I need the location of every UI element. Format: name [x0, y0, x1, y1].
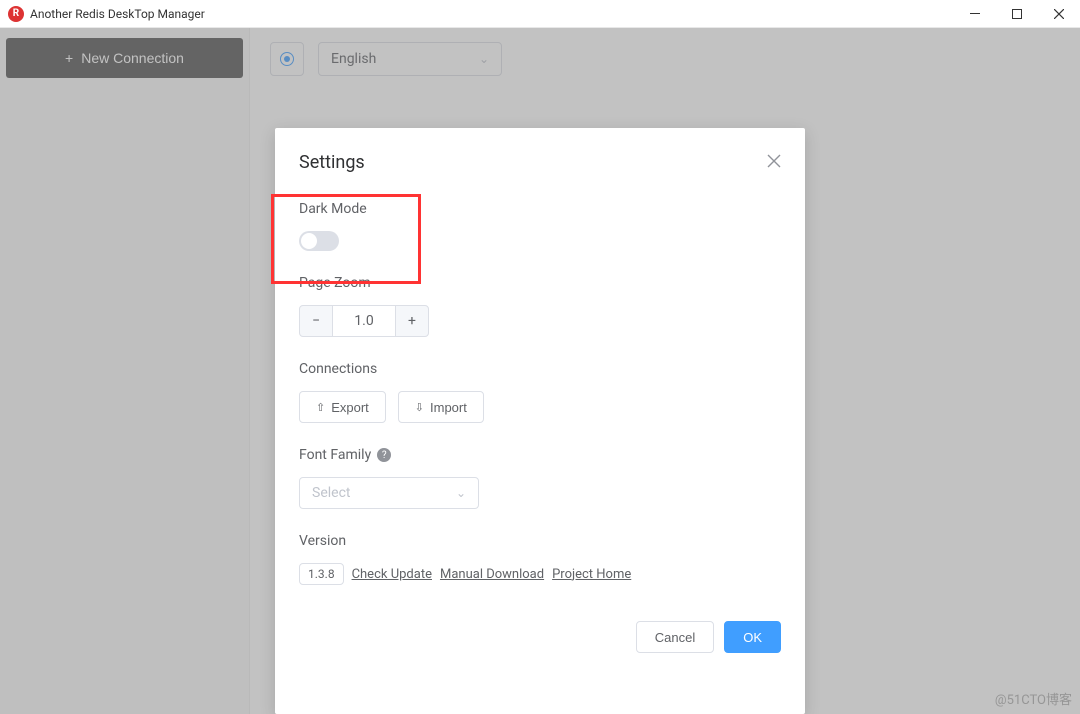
window-title: Another Redis DeskTop Manager	[30, 7, 205, 21]
minimize-icon	[970, 13, 980, 14]
manual-download-link[interactable]: Manual Download	[440, 567, 544, 582]
close-icon	[767, 154, 781, 168]
dialog-title: Settings	[299, 152, 365, 173]
import-button[interactable]: ⇩ Import	[398, 391, 484, 423]
import-label: Import	[430, 400, 467, 415]
dark-mode-toggle[interactable]	[299, 231, 339, 251]
dialog-close-button[interactable]	[767, 153, 781, 172]
dark-mode-label: Dark Mode	[299, 201, 781, 217]
page-zoom-label: Page Zoom	[299, 275, 781, 291]
connections-label: Connections	[299, 361, 781, 377]
font-family-placeholder: Select	[312, 485, 350, 501]
ok-button[interactable]: OK	[724, 621, 781, 653]
modal-overlay: Settings Dark Mode Page Zoom − 1.0 + Con…	[0, 28, 1080, 714]
maximize-icon	[1012, 9, 1022, 19]
close-icon	[1054, 9, 1064, 19]
export-button[interactable]: ⇧ Export	[299, 391, 386, 423]
font-family-label: Font Family	[299, 447, 371, 463]
download-icon: ⇩	[415, 401, 424, 414]
chevron-down-icon: ⌄	[456, 486, 466, 500]
zoom-value[interactable]: 1.0	[333, 305, 395, 337]
zoom-decrease-button[interactable]: −	[299, 305, 333, 337]
export-label: Export	[331, 400, 369, 415]
version-label: Version	[299, 533, 781, 549]
project-home-link[interactable]: Project Home	[552, 567, 631, 582]
page-zoom-stepper: − 1.0 +	[299, 305, 781, 337]
maximize-button[interactable]	[996, 0, 1038, 28]
font-family-select[interactable]: Select ⌄	[299, 477, 479, 509]
check-update-link[interactable]: Check Update	[352, 567, 432, 582]
close-button[interactable]	[1038, 0, 1080, 28]
font-family-section: Font Family ? Select ⌄	[299, 447, 781, 509]
dark-mode-section: Dark Mode	[299, 201, 781, 251]
version-section: Version 1.3.8 Check Update Manual Downlo…	[299, 533, 781, 585]
window-titlebar: R Another Redis DeskTop Manager	[0, 0, 1080, 28]
minimize-button[interactable]	[954, 0, 996, 28]
cancel-button[interactable]: Cancel	[636, 621, 714, 653]
app-icon: R	[8, 6, 24, 22]
zoom-increase-button[interactable]: +	[395, 305, 429, 337]
watermark: @51CTO博客	[995, 689, 1072, 708]
settings-dialog: Settings Dark Mode Page Zoom − 1.0 + Con…	[275, 128, 805, 714]
help-icon[interactable]: ?	[377, 448, 391, 462]
connections-section: Connections ⇧ Export ⇩ Import	[299, 361, 781, 423]
upload-icon: ⇧	[316, 401, 325, 414]
version-badge: 1.3.8	[299, 563, 344, 585]
page-zoom-section: Page Zoom − 1.0 +	[299, 275, 781, 337]
